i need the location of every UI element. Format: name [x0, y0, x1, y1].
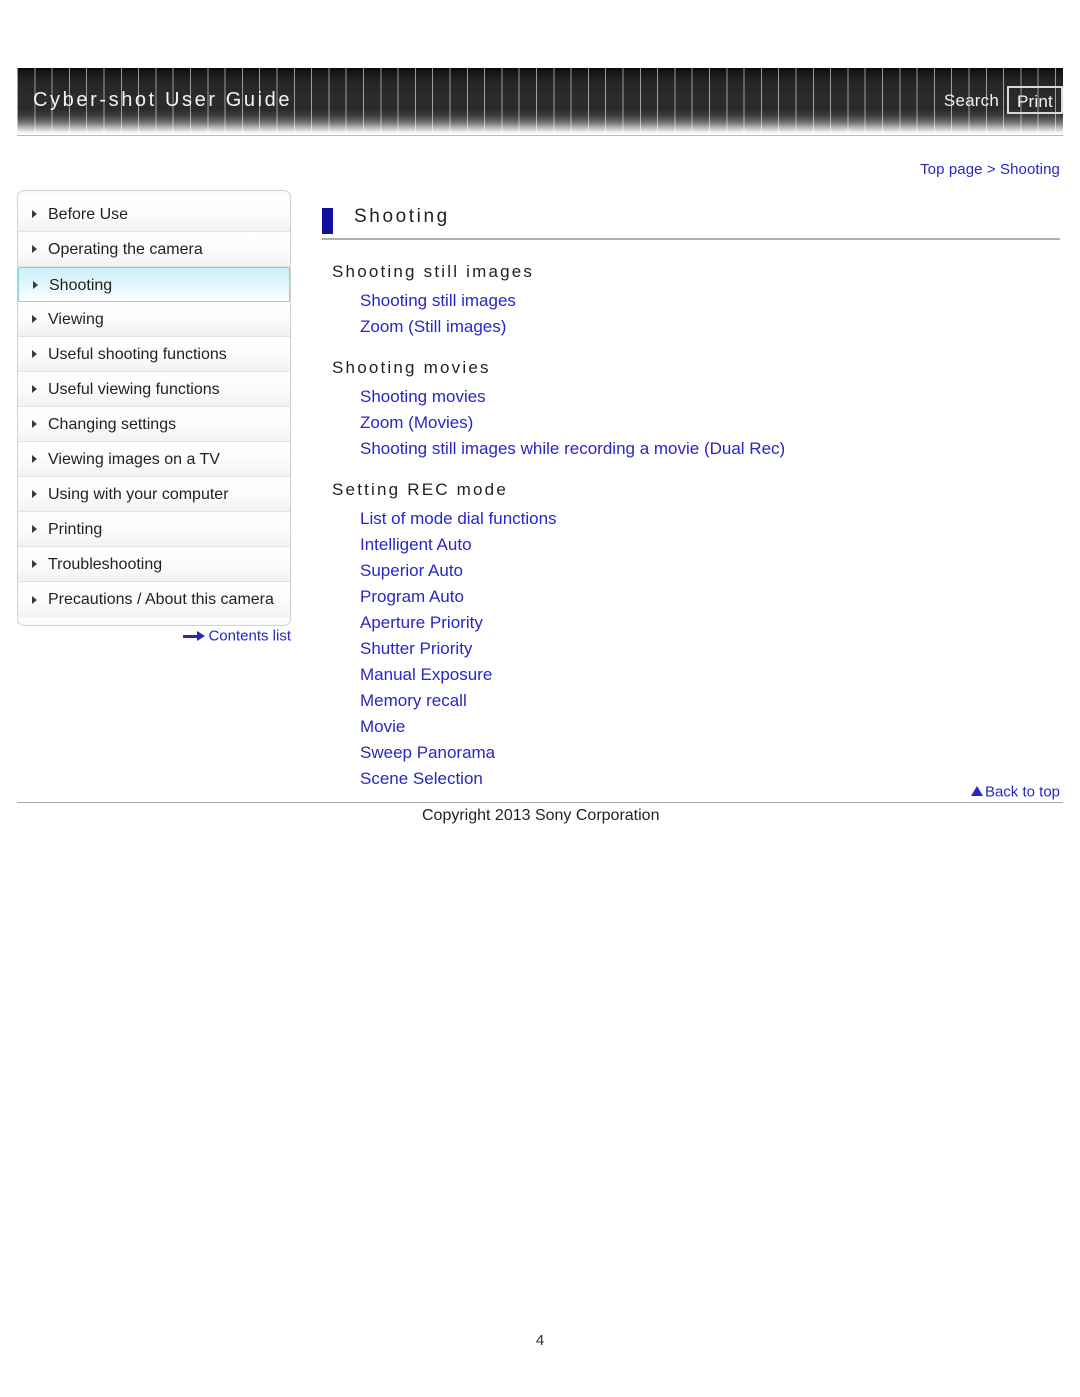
contents-list-link[interactable]: Contents list [17, 627, 291, 645]
search-button[interactable]: Search [944, 91, 999, 111]
sidebar-item-useful-shooting-functions[interactable]: Useful shooting functions [18, 337, 290, 372]
content-link[interactable]: Memory recall [360, 688, 1060, 714]
content-link[interactable]: Aperture Priority [360, 610, 1060, 636]
content-link[interactable]: Sweep Panorama [360, 740, 1060, 766]
back-to-top-link[interactable]: Back to top [970, 783, 1060, 801]
sidebar-item-label: Shooting [49, 277, 113, 294]
sidebar-item-label: Viewing [48, 311, 104, 328]
main-content: Shooting Shooting still images Shooting s… [322, 206, 1060, 792]
triangle-right-icon [32, 350, 37, 358]
content-section: Shooting movies Shooting movies Zoom (Movi… [322, 358, 1060, 462]
sidebar-item-operating-the-camera[interactable]: Operating the camera [18, 232, 290, 267]
sidebar-item-label: Useful viewing functions [48, 381, 220, 398]
section-heading: Shooting still images [332, 262, 535, 281]
content-link[interactable]: Shooting still images while recording a … [360, 436, 1060, 462]
triangle-right-icon [32, 420, 37, 428]
triangle-right-icon [33, 280, 38, 289]
content-link[interactable]: Superior Auto [360, 558, 1060, 584]
triangle-right-icon [32, 455, 37, 463]
sidebar-item-changing-settings[interactable]: Changing settings [18, 407, 290, 442]
triangle-right-icon [32, 245, 37, 253]
content-link[interactable]: Shooting movies [360, 384, 1060, 410]
sidebar-item-printing[interactable]: Printing [18, 512, 290, 547]
triangle-up-icon [970, 786, 983, 797]
content-section: Shooting still images Shooting still imag… [322, 262, 1060, 340]
triangle-right-icon [32, 490, 37, 498]
title-divider [322, 238, 1060, 240]
triangle-right-icon [32, 595, 37, 604]
content-link[interactable]: Zoom (Movies) [360, 410, 1060, 436]
sidebar-item-precautions-about-this-camera[interactable]: Precautions / About this camera [18, 582, 290, 617]
sidebar-item-label: Operating the camera [48, 241, 203, 258]
title-accent-bar-icon [322, 208, 333, 234]
content-link[interactable]: Shooting still images [360, 288, 1060, 314]
triangle-right-icon [32, 315, 37, 323]
copyright-text: Copyright 2013 Sony Corporation [422, 807, 660, 824]
sidebar-item-label: Before Use [48, 206, 129, 223]
content-link[interactable]: Manual Exposure [360, 662, 1060, 688]
content-link[interactable]: Shutter Priority [360, 636, 1060, 662]
sidebar-nav: Before Use Operating the camera Shooting Vi… [17, 190, 291, 626]
page-title-row: Shooting [322, 206, 1060, 244]
breadcrumb[interactable]: Top page > Shooting [920, 161, 1060, 178]
contents-list-label: Contents list [208, 627, 291, 645]
sidebar-item-label: Precautions / About this camera [48, 591, 274, 608]
back-to-top-label: Back to top [984, 783, 1060, 801]
arrow-right-icon [183, 631, 206, 642]
content-section: Setting REC mode List of mode dial functi… [322, 480, 1060, 792]
triangle-right-icon [32, 525, 37, 533]
content-link[interactable]: List of mode dial functions [360, 506, 1060, 532]
section-heading: Shooting movies [332, 358, 491, 377]
content-link[interactable]: Program Auto [360, 584, 1060, 610]
header-divider [17, 135, 1063, 136]
content-link[interactable]: Zoom (Still images) [360, 314, 1060, 340]
page-number: 4 [535, 1332, 545, 1349]
sidebar-item-using-with-your-computer[interactable]: Using with your computer [18, 477, 290, 512]
page-title: Shooting [354, 206, 450, 227]
sidebar-item-viewing-images-on-a-tv[interactable]: Viewing images on a TV [18, 442, 290, 477]
site-header: Cyber-shot User Guide Search Print [0, 68, 1080, 136]
content-sections: Shooting still images Shooting still imag… [322, 262, 1060, 792]
content-link[interactable]: Scene Selection [360, 766, 1060, 792]
triangle-right-icon [32, 385, 37, 393]
sidebar-item-label: Using with your computer [48, 486, 229, 503]
footer-divider [17, 802, 1063, 803]
sidebar-item-troubleshooting[interactable]: Troubleshooting [18, 547, 290, 582]
site-title: Cyber-shot User Guide [33, 89, 293, 111]
sidebar-item-label: Printing [48, 521, 103, 538]
section-heading: Setting REC mode [332, 480, 508, 499]
sidebar-item-label: Useful shooting functions [48, 346, 227, 363]
sidebar-item-label: Troubleshooting [48, 556, 163, 573]
sidebar-item-shooting[interactable]: Shooting [18, 267, 290, 302]
print-button[interactable]: Print [1007, 86, 1063, 114]
sidebar-item-viewing[interactable]: Viewing [18, 302, 290, 337]
sidebar-item-useful-viewing-functions[interactable]: Useful viewing functions [18, 372, 290, 407]
sidebar-item-label: Changing settings [48, 416, 177, 433]
triangle-right-icon [32, 210, 37, 218]
sidebar-item-before-use[interactable]: Before Use [18, 197, 290, 232]
triangle-right-icon [32, 560, 37, 568]
sidebar-item-label: Viewing images on a TV [48, 451, 220, 468]
content-link[interactable]: Intelligent Auto [360, 532, 1060, 558]
content-link[interactable]: Movie [360, 714, 1060, 740]
